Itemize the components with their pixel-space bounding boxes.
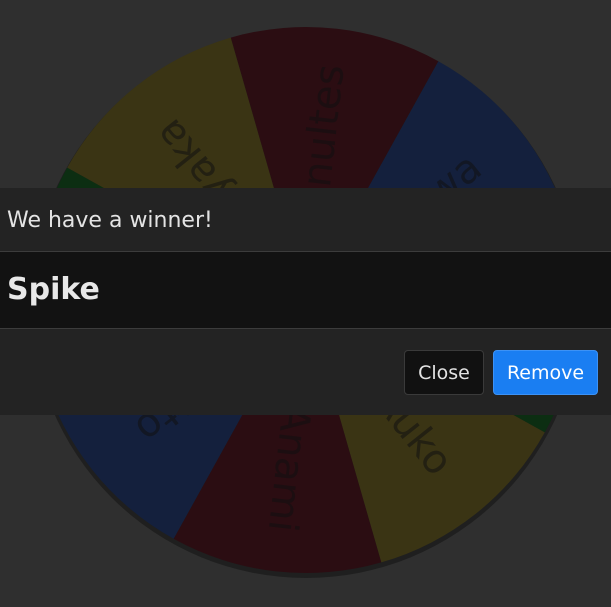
modal-body: Spike	[0, 252, 611, 329]
modal-footer: Close Remove	[0, 329, 611, 415]
winner-name: Spike	[7, 272, 100, 307]
close-button[interactable]: Close	[404, 350, 484, 395]
winner-modal: We have a winner! Spike Close Remove	[0, 188, 611, 415]
modal-header: We have a winner!	[0, 188, 611, 252]
modal-title: We have a winner!	[7, 208, 213, 233]
remove-button[interactable]: Remove	[493, 350, 598, 395]
app-stage: InultesTowaAukoAnamiOttoTyaka We have a …	[0, 0, 611, 607]
